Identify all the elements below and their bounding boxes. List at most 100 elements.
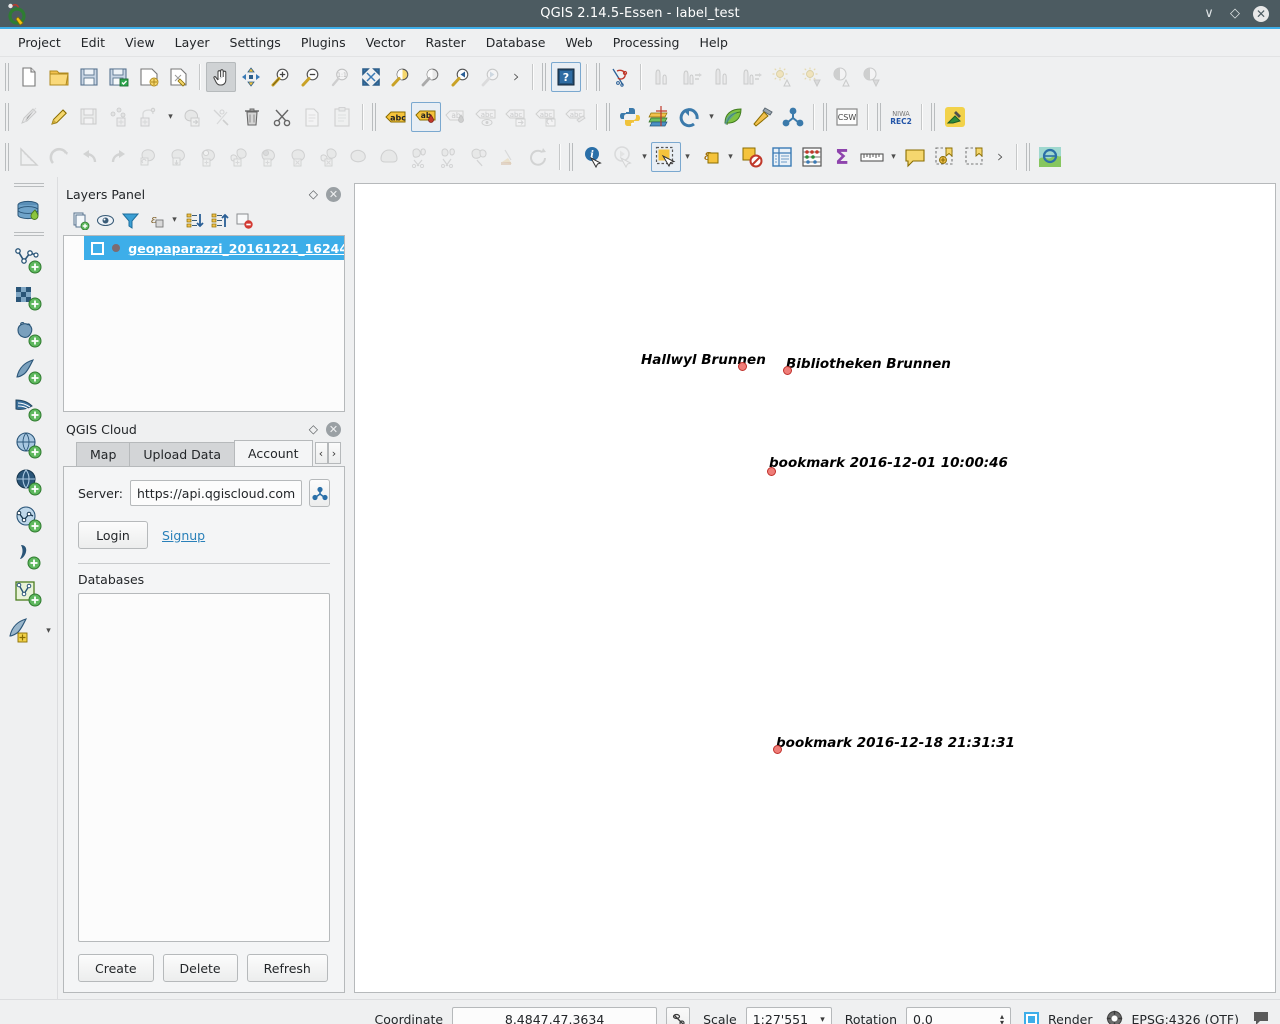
raster-local-stretch-icon[interactable] (737, 62, 767, 92)
add-feature-icon[interactable] (104, 102, 134, 132)
toolbar-grip-niwa[interactable] (877, 103, 883, 131)
databases-list[interactable] (78, 593, 330, 942)
spinner-arrows-icon[interactable]: ▴ ▾ (1000, 1012, 1004, 1024)
raster-histogram-icon[interactable] (647, 62, 677, 92)
toolbar-grip-green-plug[interactable] (931, 103, 937, 131)
toolbar-grip-help[interactable] (541, 63, 548, 91)
contrast-increase-icon[interactable] (827, 62, 857, 92)
remove-layer-icon[interactable] (232, 208, 256, 232)
add-mssql-layer-icon[interactable] (9, 390, 49, 427)
zoom-to-layer-icon[interactable] (416, 62, 446, 92)
add-part-icon[interactable] (134, 102, 164, 132)
pin-labels-icon[interactable]: ab (441, 102, 471, 132)
composer-manager-icon[interactable] (164, 62, 194, 92)
create-database-button[interactable]: Create (78, 954, 154, 982)
refresh-plugin-icon[interactable] (675, 102, 705, 132)
layer-list-item[interactable]: geopaparazzi_20161221_16244... (64, 236, 344, 260)
measure-icon[interactable] (14, 142, 44, 172)
toolbar-grip-advanced[interactable] (5, 143, 11, 171)
undo-icon[interactable] (74, 142, 104, 172)
rotate-point-symbols-icon[interactable] (524, 142, 554, 172)
rotation-spinbox[interactable]: 0.0 ▴ ▾ (906, 1007, 1011, 1024)
menu-view[interactable]: View (115, 31, 165, 54)
zoom-full-icon[interactable] (356, 62, 386, 92)
add-database-layer-icon[interactable] (9, 193, 49, 230)
split-parts-icon[interactable] (434, 142, 464, 172)
deselect-all-icon[interactable] (737, 142, 767, 172)
pan-to-selection-icon[interactable] (236, 62, 266, 92)
delete-ring-icon[interactable] (284, 142, 314, 172)
copy-features-icon[interactable] (297, 102, 327, 132)
python-console-icon[interactable] (615, 102, 645, 132)
new-print-composer-icon[interactable] (134, 62, 164, 92)
vtoolbar-grip-mid[interactable] (13, 232, 44, 238)
add-group-icon[interactable] (68, 208, 92, 232)
delete-part-icon[interactable] (314, 142, 344, 172)
menu-layer[interactable]: Layer (165, 31, 220, 54)
qgis-cloud-icon[interactable] (645, 102, 675, 132)
merge-attributes-icon[interactable] (494, 142, 524, 172)
label-highlight-icon[interactable]: ab (411, 102, 441, 132)
zoom-next-icon[interactable] (476, 62, 506, 92)
messages-group[interactable] (1252, 1010, 1270, 1024)
map-point-bookmark-2016-12-01[interactable] (767, 467, 776, 476)
expression-filter-icon[interactable]: ε (143, 208, 167, 232)
menu-web[interactable]: Web (555, 31, 602, 54)
measure-line-icon[interactable] (605, 62, 635, 92)
minimize-button[interactable]: ∨ (1201, 6, 1217, 22)
save-layer-edits-icon[interactable] (74, 102, 104, 132)
offset-curve-icon[interactable] (374, 142, 404, 172)
zoom-out-icon[interactable] (296, 62, 326, 92)
toolbar-overflow-navigation[interactable]: › (506, 67, 527, 87)
toolbar-grip-labels[interactable] (372, 103, 378, 131)
brightness-decrease-icon[interactable] (797, 62, 827, 92)
add-wfs-layer-icon[interactable] (9, 501, 49, 538)
new-layer-dropdown-icon[interactable]: ▾ (42, 616, 55, 646)
statistical-summary-icon[interactable]: Σ (827, 142, 857, 172)
select-by-expression-icon[interactable]: ε (694, 142, 724, 172)
menu-plugins[interactable]: Plugins (291, 31, 356, 54)
login-button[interactable]: Login (78, 521, 148, 549)
add-spatialite-layer-icon[interactable] (9, 353, 49, 390)
rotate-feature-icon[interactable] (134, 142, 164, 172)
map-tips-icon[interactable] (900, 142, 930, 172)
add-feature-dropdown-icon[interactable]: ▾ (164, 102, 177, 132)
messages-log-icon[interactable] (1252, 1010, 1270, 1024)
expression-filter-dropdown-icon[interactable]: ▾ (168, 205, 181, 235)
add-ring-icon[interactable] (194, 142, 224, 172)
add-wcs-layer-icon[interactable] (9, 464, 49, 501)
add-part-shape-icon[interactable] (224, 142, 254, 172)
delete-selected-icon[interactable] (237, 102, 267, 132)
signup-link[interactable]: Signup (162, 528, 205, 543)
vtoolbar-grip-top[interactable] (13, 183, 44, 189)
add-new-vector-layer-icon[interactable] (9, 575, 49, 612)
crs-group[interactable]: EPSG:4326 (OTF) (1106, 1010, 1239, 1024)
magnet-snapping-icon[interactable] (44, 142, 74, 172)
save-project-icon[interactable] (74, 62, 104, 92)
render-group[interactable]: Render (1024, 1012, 1093, 1024)
refresh-databases-button[interactable]: Refresh (246, 954, 328, 982)
contrast-decrease-icon[interactable] (857, 62, 887, 92)
map-point-hallwyl-brunnen[interactable] (738, 362, 747, 371)
hammer-plugin-icon[interactable] (748, 102, 778, 132)
manage-layer-visibility-icon[interactable] (93, 208, 117, 232)
coordinate-input[interactable]: 8.4847,47.3634 (452, 1007, 658, 1024)
menu-help[interactable]: Help (689, 31, 738, 54)
help-contents-icon[interactable]: ? (550, 62, 581, 92)
tab-account[interactable]: Account (234, 440, 313, 466)
add-delimited-text-layer-icon[interactable] (9, 538, 49, 575)
leaf-plugin-icon[interactable] (718, 102, 748, 132)
openlayers-plugin-icon[interactable] (1035, 142, 1065, 172)
toolbar-grip-plugins[interactable] (606, 103, 612, 131)
maximize-button[interactable]: ◇ (1227, 6, 1243, 22)
collapse-all-icon[interactable] (207, 208, 231, 232)
menu-settings[interactable]: Settings (220, 31, 291, 54)
toolbar-grip-attributes[interactable] (569, 143, 575, 171)
scale-combobox[interactable]: 1:27'551 ▾ (745, 1007, 832, 1024)
add-raster-layer-icon[interactable] (9, 279, 49, 316)
menu-vector[interactable]: Vector (356, 31, 416, 54)
filter-legend-icon[interactable] (118, 208, 142, 232)
layers-tree[interactable]: geopaparazzi_20161221_16244... (63, 235, 345, 412)
new-project-icon[interactable] (14, 62, 44, 92)
layers-panel-close-button[interactable]: ✕ (326, 186, 341, 202)
